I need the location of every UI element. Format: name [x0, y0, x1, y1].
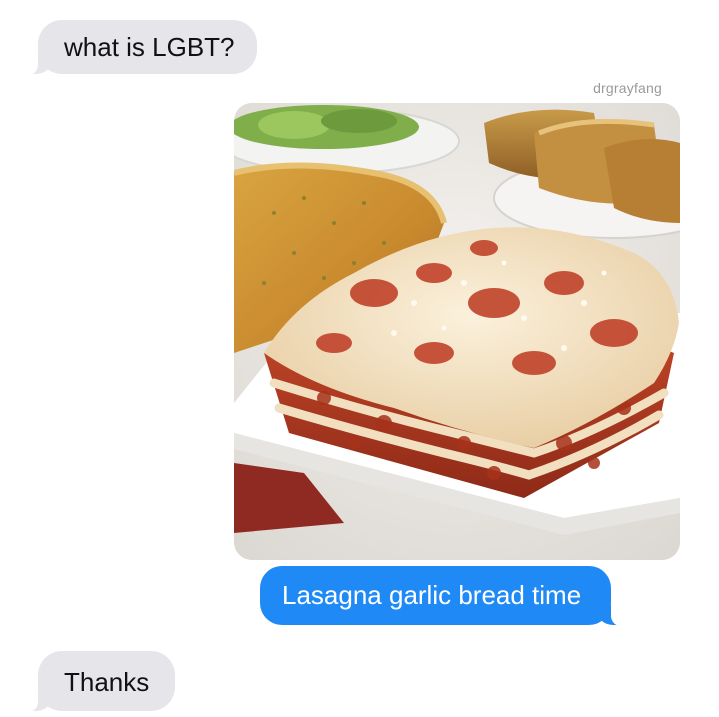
chat-thread: what is LGBT? drgrayfang Lasagna garlic … — [0, 0, 719, 717]
message-text: Thanks — [64, 667, 150, 697]
lasagna-garlic-bread-image — [234, 103, 680, 560]
watermark-username: drgrayfang — [593, 80, 662, 96]
outgoing-message-bubble[interactable]: Lasagna garlic bread time — [260, 566, 624, 626]
lasagna-photo-message[interactable] — [234, 103, 680, 560]
message-text: what is LGBT? — [64, 32, 235, 62]
message-text: Lasagna garlic bread time — [282, 580, 582, 610]
incoming-message-bubble[interactable]: Thanks — [25, 651, 176, 712]
incoming-message-bubble[interactable]: what is LGBT? — [26, 20, 257, 75]
